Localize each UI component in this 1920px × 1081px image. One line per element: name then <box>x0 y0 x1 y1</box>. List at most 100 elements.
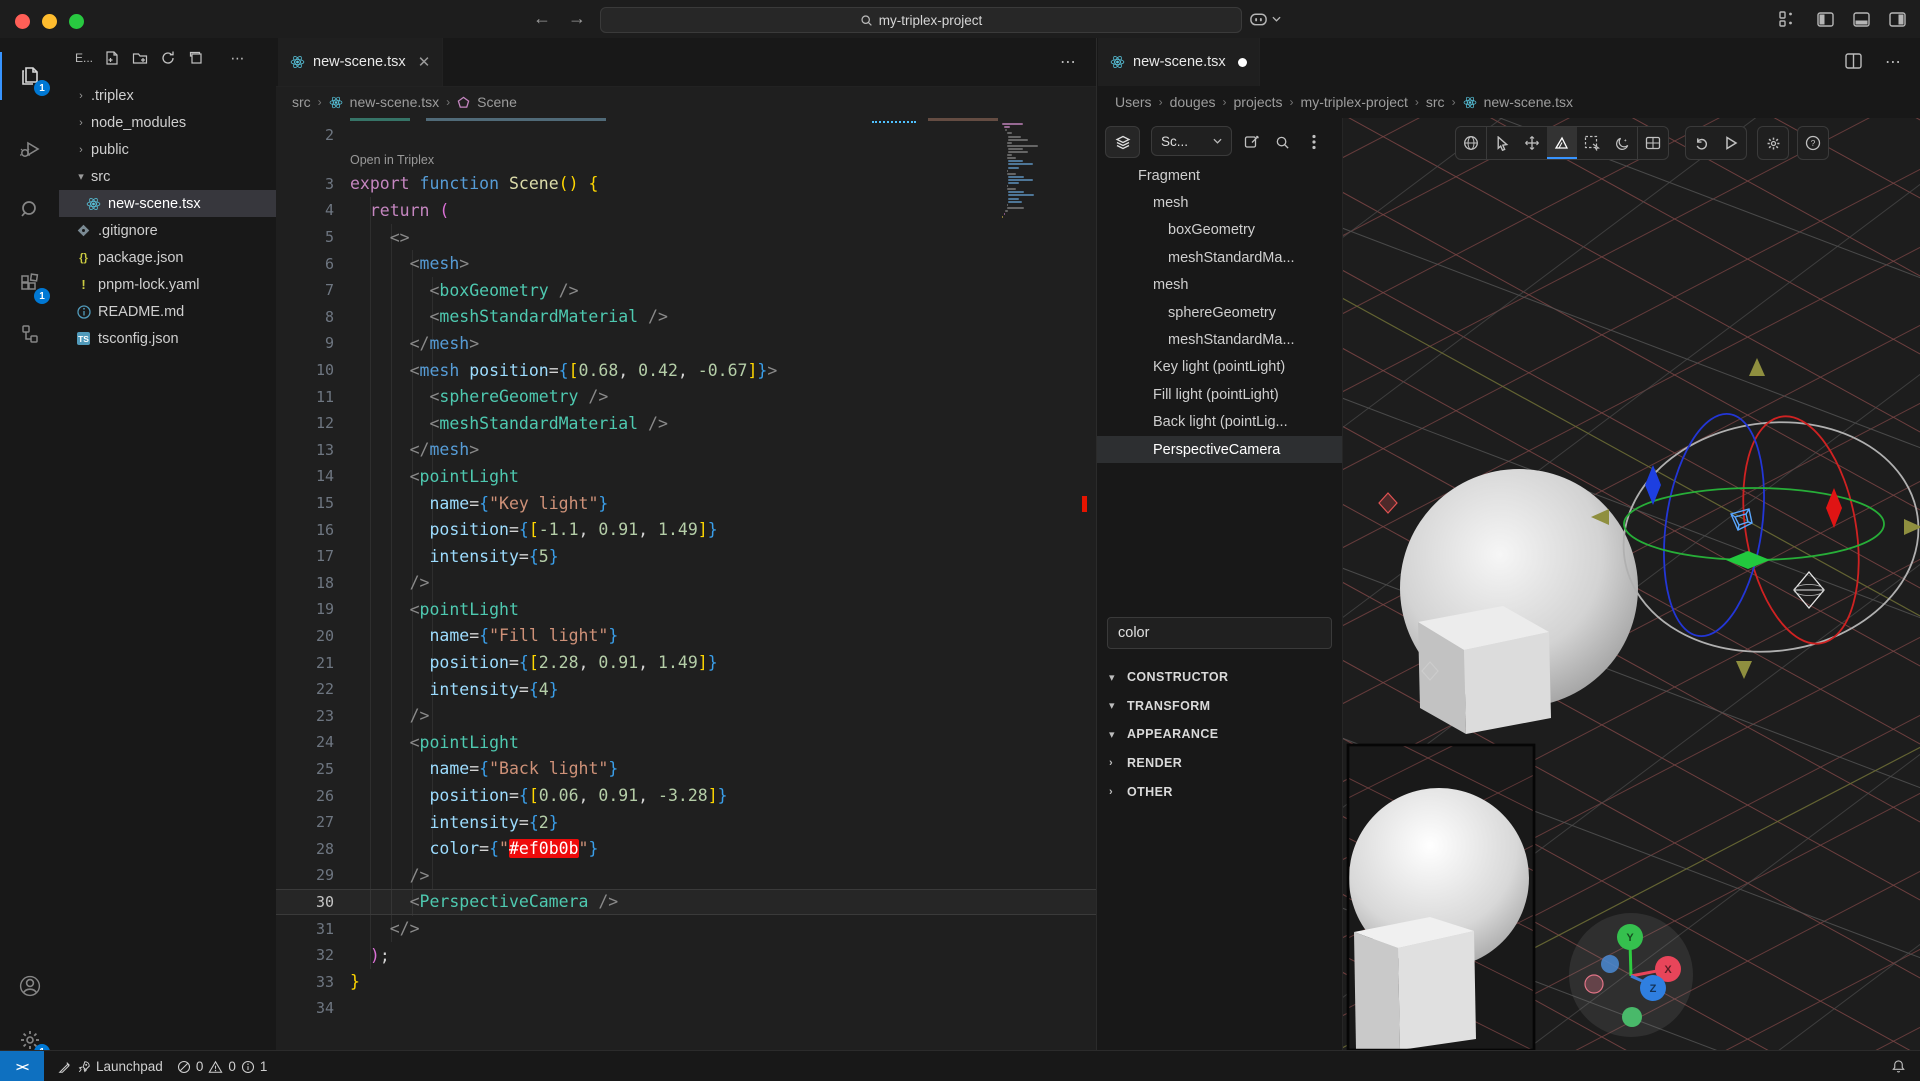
code-line-3[interactable]: 3export function Scene() { <box>276 171 1096 198</box>
code-line-24[interactable]: 24 <pointLight <box>276 729 1096 756</box>
forward-button[interactable]: → <box>565 8 589 29</box>
file-item-node-modules[interactable]: ›node_modules <box>59 109 276 136</box>
code-line-5[interactable]: 5 <> <box>276 224 1096 251</box>
close-window-button[interactable] <box>15 14 30 29</box>
section-render[interactable]: ›RENDER <box>1097 749 1342 778</box>
launchpad-item[interactable]: Launchpad <box>58 1059 163 1074</box>
cursor-tool-button[interactable] <box>1487 127 1517 159</box>
remote-indicator[interactable]: >< <box>0 1051 44 1081</box>
triplex-breadcrumb-item[interactable]: Users <box>1115 94 1152 110</box>
toggle-panel-icon[interactable] <box>1850 9 1872 29</box>
code-line-9[interactable]: 9 </mesh> <box>276 330 1096 357</box>
triplex-breadcrumb-item[interactable]: src <box>1426 94 1445 110</box>
new-folder-icon[interactable] <box>131 49 149 67</box>
code-line-8[interactable]: 8 <meshStandardMaterial /> <box>276 304 1096 331</box>
code-line-18[interactable]: 18 /> <box>276 570 1096 597</box>
customize-layout-icon[interactable] <box>1776 9 1798 29</box>
code-line-19[interactable]: 19 <pointLight <box>276 596 1096 623</box>
section-transform[interactable]: ▾TRANSFORM <box>1097 692 1342 721</box>
globe-tool-button[interactable] <box>1456 127 1486 159</box>
scene-tree-item-fill-light-pointlight-[interactable]: Fill light (pointLight) <box>1097 381 1342 408</box>
code-line-32[interactable]: 32 ); <box>276 942 1096 969</box>
code-line-17[interactable]: 17 intensity={5} <box>276 543 1096 570</box>
code-line-25[interactable]: 25 name={"Back light"} <box>276 756 1096 783</box>
search-activity-button[interactable] <box>0 186 59 234</box>
code-line-14[interactable]: 14 <pointLight <box>276 463 1096 490</box>
file-item--triplex[interactable]: ›.triplex <box>59 82 276 109</box>
layers-button[interactable] <box>1105 126 1140 158</box>
move-tool-button[interactable] <box>1517 127 1547 159</box>
scene-select-dropdown[interactable]: Sc... <box>1151 126 1232 156</box>
copilot-icon[interactable] <box>1247 9 1269 29</box>
help-button[interactable]: ? <box>1798 127 1828 159</box>
code-line-13[interactable]: 13 </mesh> <box>276 437 1096 464</box>
modified-dot-icon[interactable] <box>1238 58 1247 67</box>
breadcrumb-symbol[interactable]: Scene <box>477 94 517 110</box>
file-item-src[interactable]: ▾src <box>59 163 276 190</box>
axis-neg-z-dot[interactable] <box>1601 955 1619 973</box>
scene-tree-item-fragment[interactable]: Fragment <box>1097 162 1342 189</box>
code-line-15[interactable]: 15 name={"Key light"} <box>276 490 1096 517</box>
code-line-22[interactable]: 22 intensity={4} <box>276 676 1096 703</box>
scene-tree-item-boxgeometry[interactable]: boxGeometry <box>1097 217 1342 244</box>
undo-button[interactable] <box>1686 127 1716 159</box>
axis-gizmo[interactable]: Y X Z <box>1569 913 1693 1037</box>
play-button[interactable] <box>1716 127 1746 159</box>
explorer-activity-button[interactable]: 1 <box>0 52 59 100</box>
triplex-breadcrumb-item[interactable]: douges <box>1170 94 1216 110</box>
scene-tree-item-meshstandardma-[interactable]: meshStandardMa... <box>1097 326 1342 353</box>
tab-new-scene[interactable]: new-scene.tsx ✕ <box>278 38 443 86</box>
file-item-tsconfig-json[interactable]: TStsconfig.json <box>59 325 276 352</box>
section-appearance[interactable]: ▾APPEARANCE <box>1097 720 1342 749</box>
code-line-12[interactable]: 12 <meshStandardMaterial /> <box>276 410 1096 437</box>
breadcrumb-file[interactable]: new-scene.tsx <box>350 94 439 110</box>
code-line-11[interactable]: 11 <sphereGeometry /> <box>276 383 1096 410</box>
code-line-34[interactable]: 34 <box>276 995 1096 1022</box>
toggle-secondary-sidebar-icon[interactable] <box>1886 9 1908 29</box>
section-other[interactable]: ›OTHER <box>1097 777 1342 806</box>
triplex-breadcrumb-item[interactable]: my-triplex-project <box>1301 94 1408 110</box>
scene-tree-item-meshstandardma-[interactable]: meshStandardMa... <box>1097 244 1342 271</box>
code-line-29[interactable]: 29 /> <box>276 862 1096 889</box>
viewport-settings-button[interactable] <box>1758 127 1788 159</box>
code-line-20[interactable]: 20 name={"Fill light"} <box>276 623 1096 650</box>
minimize-window-button[interactable] <box>42 14 57 29</box>
code-line-31[interactable]: 31 </> <box>276 915 1096 942</box>
scene-tree-item-key-light-pointlight-[interactable]: Key light (pointLight) <box>1097 354 1342 381</box>
triplex-tab-new-scene[interactable]: new-scene.tsx <box>1098 38 1260 86</box>
file-item-new-scene-tsx[interactable]: new-scene.tsx <box>59 190 276 217</box>
extensions-activity-button[interactable]: 1 <box>0 260 59 308</box>
scene-tree-item-mesh[interactable]: mesh <box>1097 189 1342 216</box>
new-file-icon[interactable] <box>103 49 121 67</box>
scene-tree-item-back-light-pointlig-[interactable]: Back light (pointLig... <box>1097 409 1342 436</box>
breadcrumb-src[interactable]: src <box>292 94 311 110</box>
command-center-search[interactable]: my-triplex-project <box>600 7 1242 33</box>
file-item-pnpm-lock-yaml[interactable]: !pnpm-lock.yaml <box>59 271 276 298</box>
close-icon[interactable]: ✕ <box>418 53 431 71</box>
code-editor[interactable]: 2Open in Triplex3export function Scene()… <box>276 118 1096 1050</box>
section-constructor[interactable]: ▾CONSTRUCTOR <box>1097 663 1342 692</box>
code-line-27[interactable]: 27 intensity={2} <box>276 809 1096 836</box>
code-line-6[interactable]: 6 <mesh> <box>276 250 1096 277</box>
codelens-open-in-triplex[interactable]: Open in Triplex <box>350 153 434 167</box>
code-line-7[interactable]: 7 <boxGeometry /> <box>276 277 1096 304</box>
triangle-ruler-tool-button[interactable] <box>1547 127 1577 159</box>
accounts-button[interactable] <box>0 962 59 1010</box>
file-item-public[interactable]: ›public <box>59 136 276 163</box>
scene-tree-item-spheregeometry[interactable]: sphereGeometry <box>1097 299 1342 326</box>
zoom-window-button[interactable] <box>69 14 84 29</box>
split-editor-icon[interactable] <box>1845 53 1862 69</box>
edit-code-button[interactable] <box>1239 129 1265 155</box>
code-line-10[interactable]: 10 <mesh position={[0.68, 0.42, -0.67]}> <box>276 357 1096 384</box>
notifications-button[interactable] <box>1891 1059 1906 1074</box>
back-button[interactable]: ← <box>530 8 554 29</box>
code-line-16[interactable]: 16 position={[-1.1, 0.91, 1.49]} <box>276 516 1096 543</box>
minimap[interactable] <box>1002 120 1066 250</box>
file-item--gitignore[interactable]: .gitignore <box>59 217 276 244</box>
editor-more-actions-icon[interactable]: ⋯ <box>1060 52 1077 72</box>
box-mesh[interactable] <box>1418 606 1551 734</box>
scene-more-actions-button[interactable] <box>1301 129 1327 155</box>
code-line-30[interactable]: 30 <PerspectiveCamera /> <box>276 889 1096 916</box>
triplex-more-actions-icon[interactable]: ⋯ <box>1885 52 1902 72</box>
run-debug-activity-button[interactable] <box>0 126 59 174</box>
